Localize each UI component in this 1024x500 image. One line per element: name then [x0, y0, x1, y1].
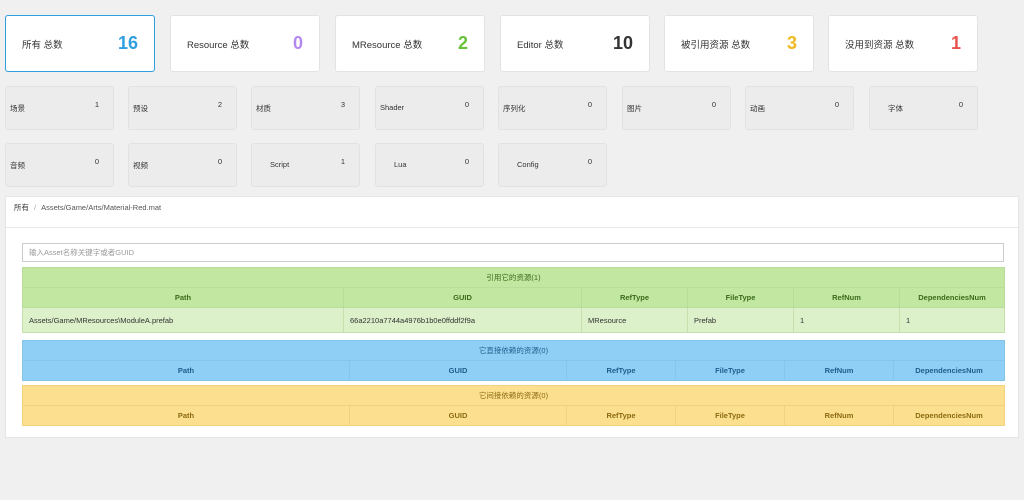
referenced-by-table: 引用它的资源(1) Path GUID RefType FileType Ref…	[21, 267, 1006, 333]
table-caption: 引用它的资源(1)	[21, 267, 1006, 288]
type-count: 1	[340, 157, 345, 166]
column-header-filetype[interactable]: FileType	[675, 405, 785, 426]
cell-reftype: MResource	[581, 307, 688, 333]
column-header-dependenciesnum[interactable]: DependenciesNum	[898, 287, 1006, 308]
column-header-dependenciesnum[interactable]: DependenciesNum	[892, 360, 1006, 381]
column-header-refnum[interactable]: RefNum	[784, 360, 894, 381]
type-card-scene[interactable]: 场景 1	[5, 86, 114, 130]
cell-refnum: 1	[793, 307, 900, 333]
type-count: 0	[587, 157, 592, 166]
table-caption: 它直接依赖的资源(0)	[21, 340, 1006, 361]
type-count: 2	[217, 100, 222, 109]
stat-card-row: 所有 总数 16 Resource 总数 0 MResource 总数 2 Ed…	[5, 15, 1019, 72]
type-card-shader[interactable]: Shader 0	[375, 86, 484, 130]
type-count: 0	[464, 100, 469, 109]
type-label: 材质	[256, 104, 271, 113]
column-header-dependenciesnum[interactable]: DependenciesNum	[892, 405, 1006, 426]
breadcrumb-current-path: Assets/Game/Arts/Material-Red.mat	[41, 203, 162, 212]
column-header-path[interactable]: Path	[22, 287, 344, 308]
type-label: 视频	[133, 161, 148, 170]
stat-label: MResource 总数	[352, 39, 423, 51]
type-card-audio[interactable]: 音频 0	[5, 143, 114, 187]
type-label: 序列化	[503, 104, 526, 113]
type-card-material[interactable]: 材质 3	[251, 86, 360, 130]
type-card-config[interactable]: Config 0	[498, 143, 607, 187]
column-header-path[interactable]: Path	[22, 360, 350, 381]
column-header-reftype[interactable]: RefType	[566, 360, 676, 381]
type-count: 0	[834, 100, 839, 109]
stat-label: 所有 总数	[22, 39, 63, 51]
cell-path: Assets/Game/MResources\ModuleA.prefab	[22, 307, 344, 333]
column-header-path[interactable]: Path	[22, 405, 350, 426]
type-label: 字体	[888, 104, 903, 113]
breadcrumb: 所有 / Assets/Game/Arts/Material-Red.mat	[14, 202, 161, 213]
stat-value: 3	[786, 33, 797, 53]
column-header-reftype[interactable]: RefType	[581, 287, 688, 308]
type-count: 1	[94, 100, 99, 109]
type-card-image[interactable]: 图片 0	[622, 86, 731, 130]
type-label: 场景	[10, 104, 25, 113]
stat-card-resource[interactable]: Resource 总数 0	[170, 15, 320, 72]
detail-panel: 所有 / Assets/Game/Arts/Material-Red.mat 引用它…	[5, 196, 1019, 438]
cell-filetype: Prefab	[687, 307, 794, 333]
table-row[interactable]: Assets/Game/MResources\ModuleA.prefab 66…	[22, 307, 1006, 333]
breadcrumb-separator: /	[34, 203, 37, 212]
column-header-reftype[interactable]: RefType	[566, 405, 676, 426]
type-label: Lua	[394, 160, 407, 169]
column-header-refnum[interactable]: RefNum	[793, 287, 900, 308]
stat-label: 被引用资源 总数	[681, 39, 751, 51]
table-caption: 它间接依赖的资源(0)	[21, 385, 1006, 406]
type-count: 3	[340, 100, 345, 109]
type-card-script[interactable]: Script 1	[251, 143, 360, 187]
type-label: 音频	[10, 161, 25, 170]
type-count: 0	[464, 157, 469, 166]
type-label: Shader	[380, 103, 405, 112]
column-header-guid[interactable]: GUID	[343, 287, 582, 308]
stat-value: 10	[612, 33, 633, 53]
stat-label: Resource 总数	[187, 39, 250, 51]
column-header-refnum[interactable]: RefNum	[784, 405, 894, 426]
stat-value: 0	[292, 33, 303, 53]
type-count: 0	[958, 100, 963, 109]
type-count: 0	[94, 157, 99, 166]
stat-card-editor[interactable]: Editor 总数 10	[500, 15, 650, 72]
column-header-guid[interactable]: GUID	[349, 405, 567, 426]
type-card-lua[interactable]: Lua 0	[375, 143, 484, 187]
breadcrumb-root-link[interactable]: 所有	[14, 203, 29, 212]
stat-card-mresource[interactable]: MResource 总数 2	[335, 15, 485, 72]
type-label: 动画	[750, 104, 765, 113]
stat-value: 16	[117, 33, 138, 53]
type-count: 0	[217, 157, 222, 166]
type-label: Config	[517, 160, 539, 169]
stat-label: Editor 总数	[517, 39, 564, 51]
column-header-filetype[interactable]: FileType	[687, 287, 794, 308]
type-card-font[interactable]: 字体 0	[869, 86, 978, 130]
type-card-animation[interactable]: 动画 0	[745, 86, 854, 130]
type-count: 0	[711, 100, 716, 109]
type-label: Script	[270, 160, 290, 169]
type-count: 0	[587, 100, 592, 109]
column-header-guid[interactable]: GUID	[349, 360, 567, 381]
indirect-dependencies-table: 它间接依赖的资源(0) Path GUID RefType FileType R…	[21, 385, 1006, 426]
stat-label: 没用到资源 总数	[845, 39, 915, 51]
direct-dependencies-table: 它直接依赖的资源(0) Path GUID RefType FileType R…	[21, 340, 1006, 381]
column-header-filetype[interactable]: FileType	[675, 360, 785, 381]
stat-value: 2	[457, 33, 468, 53]
stat-card-all[interactable]: 所有 总数 16	[5, 15, 155, 72]
stat-card-unused[interactable]: 没用到资源 总数 1	[828, 15, 978, 72]
cell-guid: 66a2210a7744a4976b1b0e0ffddf2f9a	[343, 307, 582, 333]
stat-value: 1	[950, 33, 961, 53]
type-card-serialized[interactable]: 序列化 0	[498, 86, 607, 130]
type-label: 图片	[627, 104, 642, 113]
type-card-prefab[interactable]: 预设 2	[128, 86, 237, 130]
type-card-video[interactable]: 视频 0	[128, 143, 237, 187]
search-input[interactable]	[22, 243, 1004, 262]
divider	[6, 227, 1018, 228]
stat-card-referenced[interactable]: 被引用资源 总数 3	[664, 15, 814, 72]
cell-dependenciesnum: 1	[898, 307, 1006, 333]
type-label: 预设	[133, 104, 148, 113]
